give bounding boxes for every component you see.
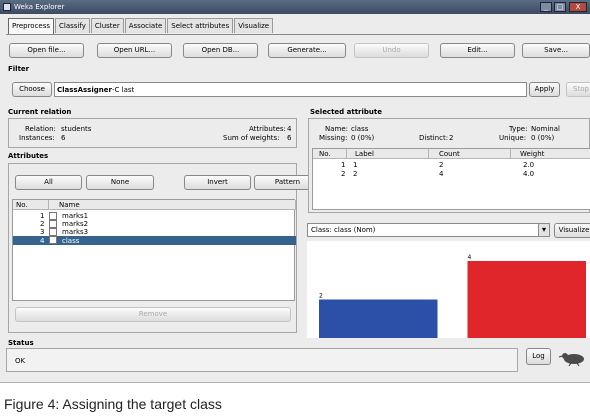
- sel-missing-label: Missing:: [319, 134, 348, 142]
- table-row-selected[interactable]: 4 class: [13, 236, 296, 245]
- close-button[interactable]: X: [569, 2, 587, 12]
- open-file-button[interactable]: Open file...: [9, 43, 84, 58]
- attributes-value: 4: [287, 125, 292, 133]
- stats-col-count: Count: [429, 149, 511, 159]
- sum-of-weights-value: 6: [287, 134, 292, 142]
- attribute-checkbox[interactable]: [49, 220, 57, 228]
- tab-strip: Preprocess Classify Cluster Associate Se…: [8, 18, 274, 34]
- table-row[interactable]: 2 marks2: [13, 220, 296, 228]
- status-bar: OK: [6, 348, 518, 372]
- app-icon: [3, 3, 11, 11]
- relation-value: students: [61, 125, 92, 133]
- save-button[interactable]: Save...: [522, 43, 590, 58]
- tab-select-attributes[interactable]: Select attributes: [167, 18, 234, 33]
- label-stats-table: No. Label Count Weight 1 1 2 2.0 2 2 4 4…: [312, 148, 590, 210]
- title-bar: Weka Explorer _ □ X: [0, 0, 590, 14]
- histogram-bar-label: 2: [319, 293, 323, 300]
- table-row[interactable]: 1 1 2 2.0: [313, 161, 590, 170]
- stop-button[interactable]: Stop: [566, 82, 590, 97]
- tab-divider: [6, 34, 590, 35]
- sel-name-label: Name:: [325, 125, 349, 133]
- sel-missing-value: 0 (0%): [351, 134, 375, 142]
- attribute-checkbox[interactable]: [49, 236, 57, 244]
- sel-distinct-label: Distinct:: [419, 134, 449, 142]
- relation-label: Relation:: [25, 125, 56, 133]
- minimize-button[interactable]: _: [540, 2, 552, 12]
- filter-field[interactable]: ClassAssigner -C last: [54, 82, 527, 97]
- histogram-bar-label: 4: [468, 254, 472, 261]
- histogram-bar: [467, 261, 586, 338]
- figure-caption: Figure 4: Assigning the target class: [4, 396, 222, 412]
- generate-button[interactable]: Generate...: [268, 43, 346, 58]
- selected-attribute-title: Selected attribute: [310, 108, 382, 116]
- status-text: OK: [15, 357, 26, 365]
- instances-value: 6: [61, 134, 66, 142]
- sel-unique-label: Unique:: [499, 134, 527, 142]
- tab-cluster[interactable]: Cluster: [90, 18, 124, 33]
- chevron-down-icon[interactable]: ▾: [538, 224, 549, 236]
- filter-section-title: Filter: [8, 65, 30, 73]
- remove-button[interactable]: Remove: [15, 307, 291, 322]
- edit-button[interactable]: Edit...: [440, 43, 515, 58]
- stats-col-no: No.: [313, 149, 347, 159]
- filter-name: ClassAssigner: [57, 86, 112, 94]
- apply-button[interactable]: Apply: [529, 82, 560, 97]
- caption-rule: [0, 382, 590, 383]
- current-relation-panel: Relation: students Instances: 6 Attribut…: [8, 118, 297, 148]
- log-button[interactable]: Log: [526, 348, 551, 365]
- class-histogram: 24: [307, 241, 590, 338]
- weka-bird-icon: [558, 353, 584, 366]
- table-row[interactable]: 3 marks3: [13, 228, 296, 236]
- class-select[interactable]: Class: class (Nom) ▾: [307, 223, 550, 237]
- attribute-checkbox[interactable]: [49, 212, 57, 220]
- attributes-label: Attributes:: [249, 125, 286, 133]
- stats-col-weight: Weight: [511, 149, 590, 159]
- attributes-section-title: Attributes: [8, 152, 49, 160]
- selected-attribute-panel: Name: class Missing: 0 (0%) Distinct: 2 …: [308, 118, 590, 213]
- sel-type-label: Type:: [509, 125, 528, 133]
- tab-visualize[interactable]: Visualize: [234, 18, 274, 33]
- histogram-svg: 24: [319, 254, 586, 338]
- tab-associate[interactable]: Associate: [124, 18, 167, 33]
- undo-button[interactable]: Undo: [354, 43, 429, 58]
- stats-col-label: Label: [347, 149, 429, 159]
- window-title: Weka Explorer: [14, 3, 65, 11]
- current-relation-title: Current relation: [8, 108, 72, 116]
- attributes-panel: All None Invert Pattern No. Name 1 marks…: [8, 163, 321, 333]
- table-row[interactable]: 1 marks1: [13, 212, 296, 220]
- invert-selection-button[interactable]: Invert: [184, 175, 251, 190]
- table-row[interactable]: 2 2 4 4.0: [313, 170, 590, 179]
- instances-label: Instances:: [19, 134, 55, 142]
- attributes-table: No. Name 1 marks1 2 marks2 3 marks3 4 cl…: [12, 199, 296, 301]
- sum-of-weights-label: Sum of weights:: [223, 134, 280, 142]
- sel-unique-value: 0 (0%): [531, 134, 555, 142]
- choose-filter-button[interactable]: Choose: [12, 82, 52, 97]
- status-section-title: Status: [8, 339, 34, 347]
- weka-screenshot: Weka Explorer _ □ X Preprocess Classify …: [0, 0, 590, 382]
- open-db-button[interactable]: Open DB...: [183, 43, 258, 58]
- sel-name-value: class: [351, 125, 369, 133]
- attributes-col-no: No.: [13, 200, 49, 210]
- select-all-button[interactable]: All: [15, 175, 82, 190]
- sel-distinct-value: 2: [449, 134, 454, 142]
- sel-type-value: Nominal: [531, 125, 560, 133]
- filter-arguments: -C last: [112, 86, 135, 94]
- attribute-checkbox[interactable]: [49, 228, 57, 236]
- open-url-button[interactable]: Open URL...: [97, 43, 172, 58]
- attributes-col-name: Name: [49, 200, 296, 210]
- maximize-button[interactable]: □: [554, 2, 566, 12]
- tab-preprocess[interactable]: Preprocess: [8, 18, 55, 34]
- select-none-button[interactable]: None: [86, 175, 154, 190]
- tab-classify[interactable]: Classify: [55, 18, 90, 33]
- histogram-bar: [319, 299, 438, 338]
- visualize-all-button[interactable]: Visualize: [554, 223, 590, 238]
